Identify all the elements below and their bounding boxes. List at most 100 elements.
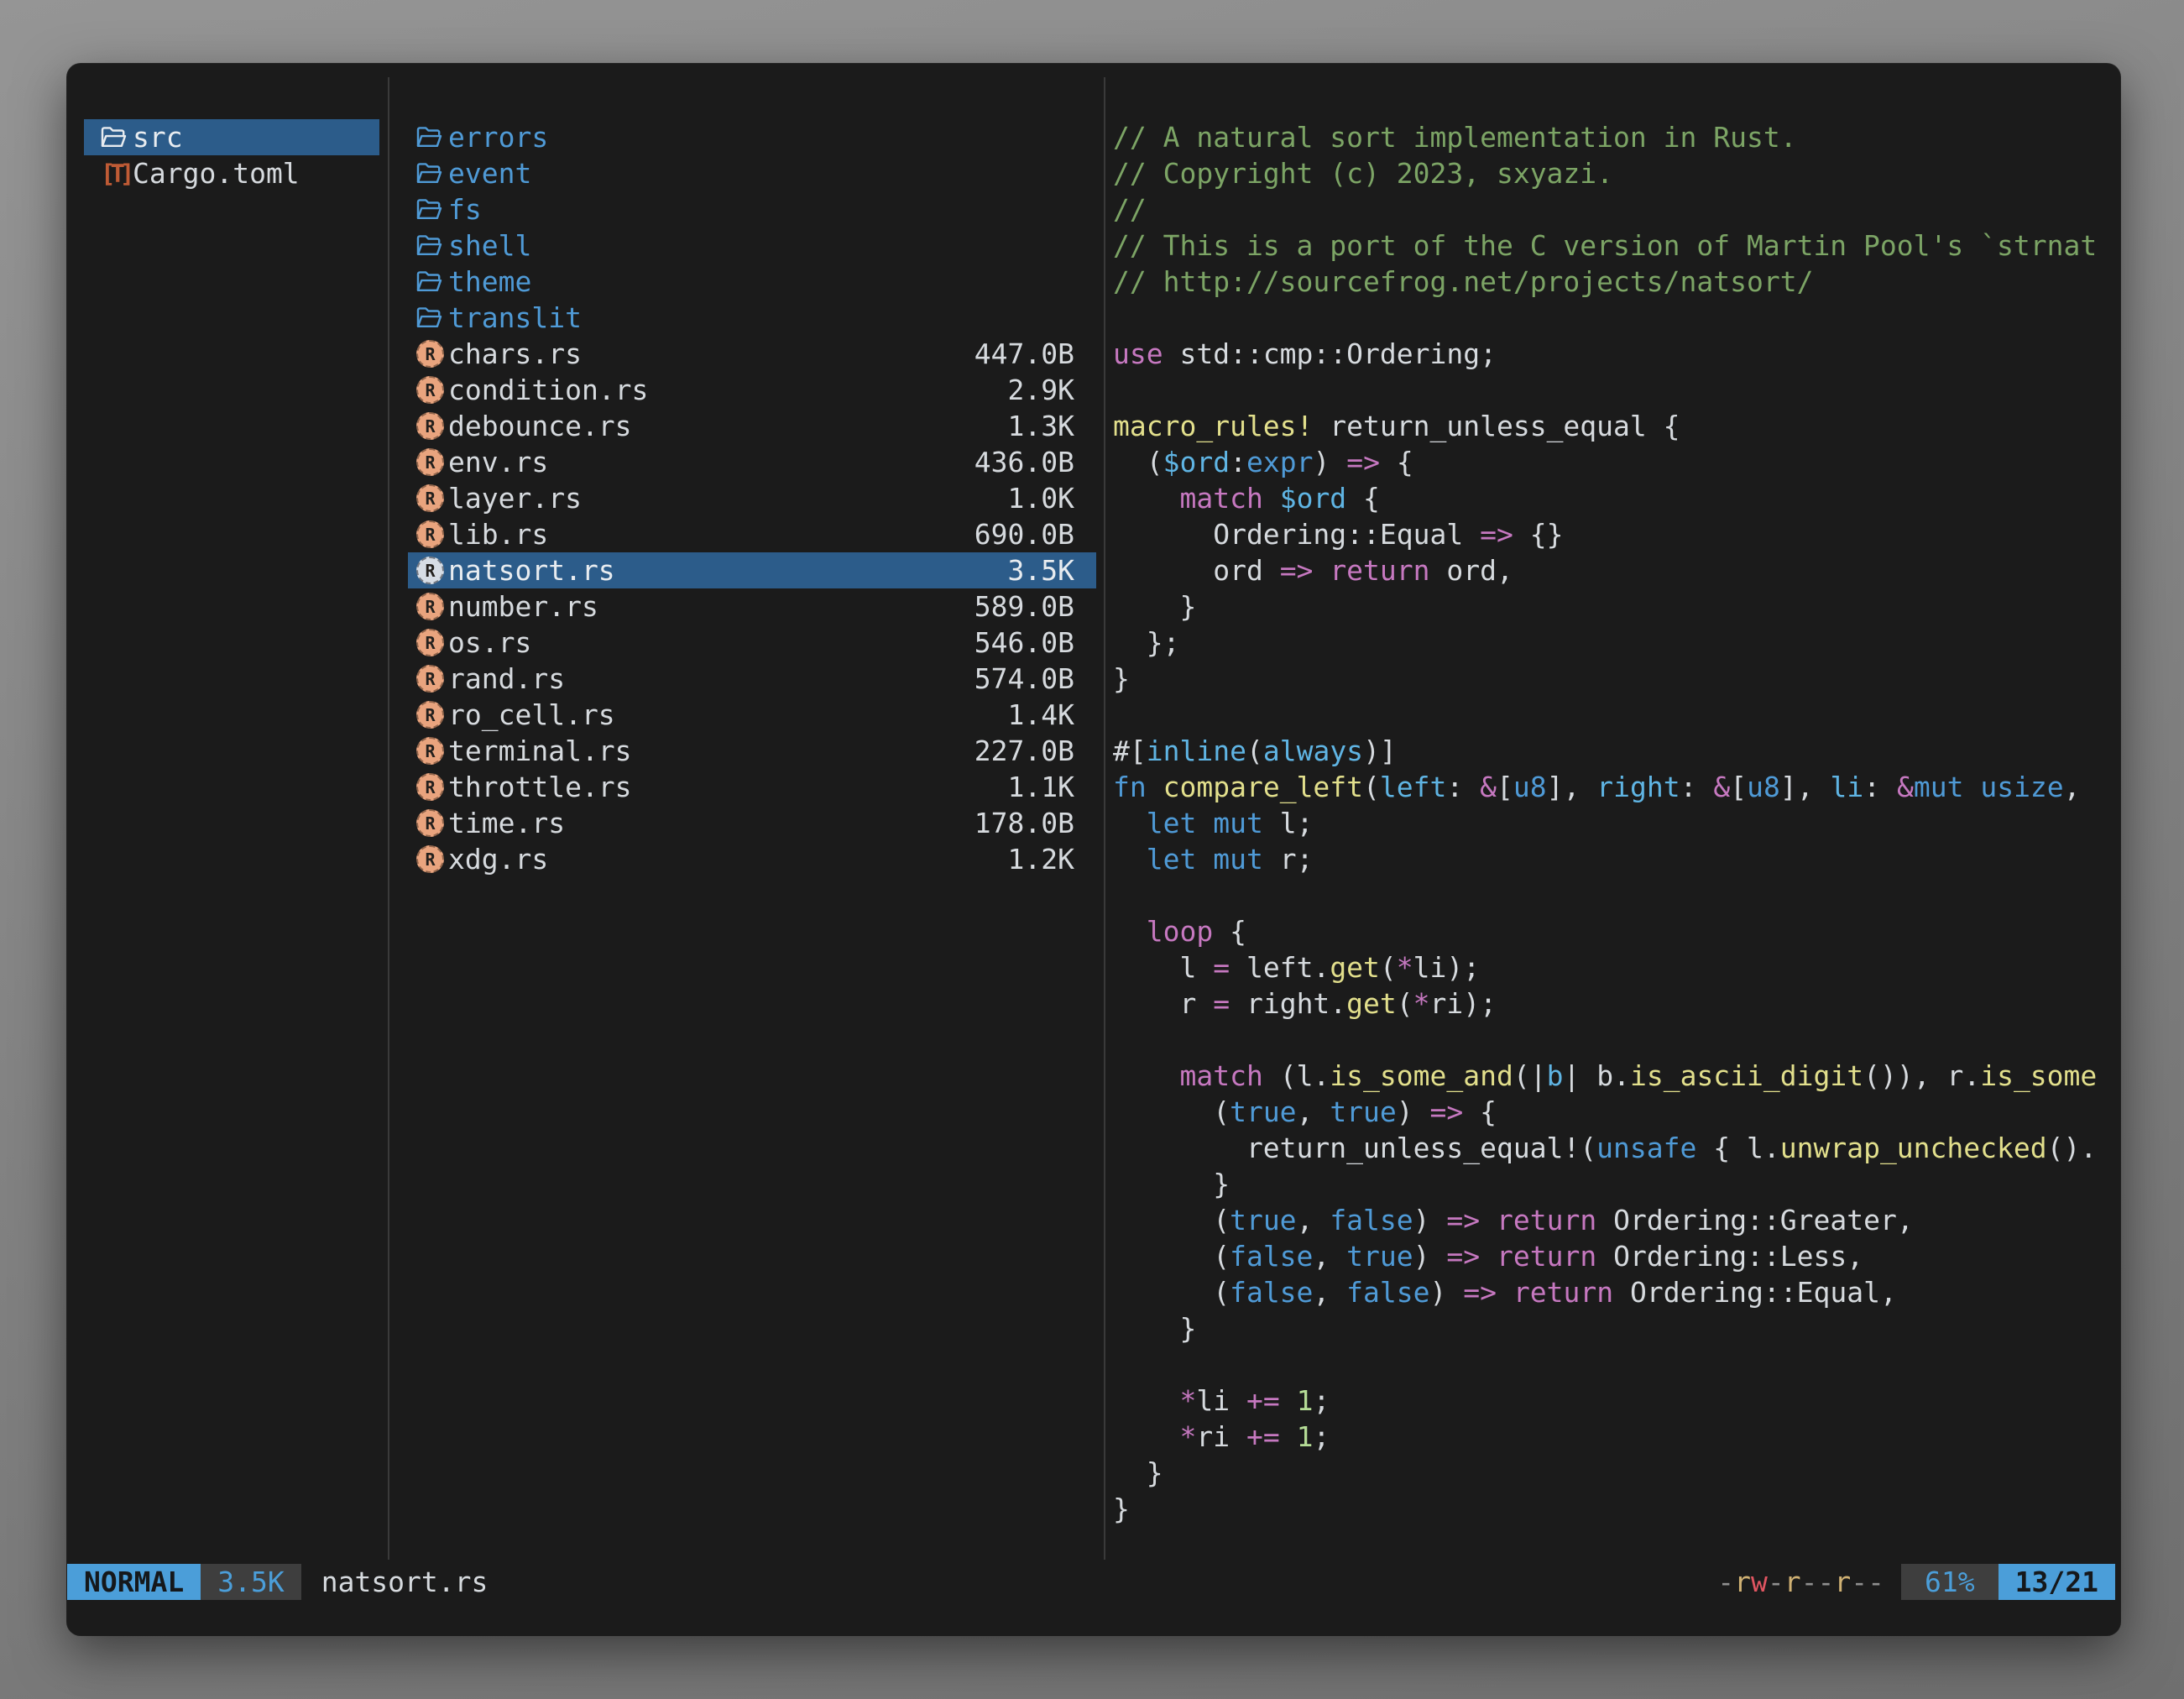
code-line: (false, false) => return Ordering::Equal… <box>1113 1274 2115 1310</box>
rust-file-icon: R <box>416 701 444 729</box>
rust-iconbox: R <box>416 588 448 625</box>
entry-size: 178.0B <box>958 807 1074 839</box>
rust-iconbox: R <box>416 661 448 697</box>
directory-row-src[interactable]: src <box>84 119 379 155</box>
code-line: (false, true) => return Ordering::Less, <box>1113 1238 2115 1274</box>
file-row-xdg.rs[interactable]: Rxdg.rs1.2K <box>408 841 1096 877</box>
entry-size: 1.4K <box>991 698 1074 731</box>
entry-name: fs <box>448 193 482 226</box>
file-row-time.rs[interactable]: Rtime.rs178.0B <box>408 805 1096 841</box>
entry-size: 574.0B <box>958 662 1074 695</box>
folder-iconbox <box>416 119 448 155</box>
rust-file-icon: R <box>416 845 444 873</box>
code-line: Ordering::Equal => {} <box>1113 516 2115 552</box>
entry-name: natsort.rs <box>448 554 615 587</box>
entry-name: event <box>448 157 531 190</box>
entry-name: throttle.rs <box>448 771 632 803</box>
pane-divider-left <box>388 77 389 1560</box>
rust-file-icon: R <box>416 376 444 404</box>
code-line <box>1113 372 2115 408</box>
entry-size: 546.0B <box>958 626 1074 659</box>
code-line <box>1113 1022 2115 1058</box>
rust-iconbox: R <box>416 516 448 552</box>
rust-iconbox: R <box>416 480 448 516</box>
rust-file-icon: R <box>416 340 444 368</box>
entry-name: ro_cell.rs <box>448 698 615 731</box>
code-line: } <box>1113 661 2115 697</box>
code-line <box>1113 1346 2115 1383</box>
code-line: r = right.get(*ri); <box>1113 985 2115 1022</box>
rust-file-icon: R <box>416 737 444 765</box>
code-line: return_unless_equal!(unsafe { l.unwrap_u… <box>1113 1130 2115 1166</box>
code-line: l = left.get(*li); <box>1113 949 2115 985</box>
status-filename: natsort.rs <box>321 1566 489 1598</box>
file-row-terminal.rs[interactable]: Rterminal.rs227.0B <box>408 733 1096 769</box>
toml-iconbox: [T] <box>101 155 133 191</box>
file-row-layer.rs[interactable]: Rlayer.rs1.0K <box>408 480 1096 516</box>
entry-name: env.rs <box>448 446 548 478</box>
folder-icon <box>416 306 442 329</box>
rust-file-icon: R <box>416 593 444 620</box>
entry-name: os.rs <box>448 626 531 659</box>
code-line: } <box>1113 1166 2115 1202</box>
entry-name: shell <box>448 229 531 262</box>
folder-iconbox <box>416 227 448 264</box>
folder-icon <box>416 126 442 149</box>
entry-name: time.rs <box>448 807 565 839</box>
entry-size: 436.0B <box>958 446 1074 478</box>
code-line: } <box>1113 1310 2115 1346</box>
file-row-lib.rs[interactable]: Rlib.rs690.0B <box>408 516 1096 552</box>
file-row-env.rs[interactable]: Renv.rs 436.0B <box>408 444 1096 480</box>
entry-name: layer.rs <box>448 482 582 515</box>
directory-row-translit[interactable]: translit <box>408 300 1096 336</box>
file-row-condition.rs[interactable]: Rcondition.rs2.9K <box>408 372 1096 408</box>
mode-badge: NORMAL <box>67 1564 201 1600</box>
code-line: *li += 1; <box>1113 1383 2115 1419</box>
entry-name: xdg.rs <box>448 843 548 876</box>
code-line: } <box>1113 1491 2115 1527</box>
directory-row-fs[interactable]: fs <box>408 191 1096 227</box>
directory-row-event[interactable]: event <box>408 155 1096 191</box>
directory-row-shell[interactable]: shell <box>408 227 1096 264</box>
folder-icon <box>416 270 442 293</box>
entry-name: lib.rs <box>448 518 548 551</box>
code-line: // http://sourcefrog.net/projects/natsor… <box>1113 264 2115 300</box>
entry-name: number.rs <box>448 590 598 623</box>
rust-iconbox: R <box>416 444 448 480</box>
yazi-window: src[T]Cargo.toml errorseventfsshelltheme… <box>67 64 2120 1635</box>
rust-file-icon: R <box>416 484 444 512</box>
code-line: (true, true) => { <box>1113 1094 2115 1130</box>
folder-iconbox <box>416 300 448 336</box>
file-row-Cargo.toml[interactable]: [T]Cargo.toml <box>84 155 379 191</box>
file-row-chars.rs[interactable]: Rchars.rs447.0B <box>408 336 1096 372</box>
file-row-ro_cell.rs[interactable]: Rro_cell.rs 1.4K <box>408 697 1096 733</box>
toml-file-icon: [T] <box>101 159 129 188</box>
file-row-natsort.rs[interactable]: Rnatsort.rs3.5K <box>408 552 1096 588</box>
folder-icon <box>416 162 442 185</box>
rust-file-icon: R <box>416 629 444 656</box>
directory-row-theme[interactable]: theme <box>408 264 1096 300</box>
rust-iconbox: R <box>416 769 448 805</box>
rust-file-icon: R <box>416 448 444 476</box>
file-row-rand.rs[interactable]: Rrand.rs574.0B <box>408 661 1096 697</box>
rust-file-icon: R <box>416 773 444 801</box>
file-row-debounce.rs[interactable]: Rdebounce.rs1.3K <box>408 408 1096 444</box>
file-row-throttle.rs[interactable]: Rthrottle.rs1.1K <box>408 769 1096 805</box>
entry-size: 447.0B <box>958 337 1074 370</box>
entry-size: 1.3K <box>991 410 1074 442</box>
code-line: (true, false) => return Ordering::Greate… <box>1113 1202 2115 1238</box>
code-line: *ri += 1; <box>1113 1419 2115 1455</box>
entry-name: Cargo.toml <box>133 157 300 190</box>
file-row-os.rs[interactable]: Ros.rs 546.0B <box>408 625 1096 661</box>
rust-file-icon: R <box>416 412 444 440</box>
entry-name: errors <box>448 121 548 154</box>
folder-iconbox <box>416 155 448 191</box>
code-line: macro_rules! return_unless_equal { <box>1113 408 2115 444</box>
file-row-number.rs[interactable]: Rnumber.rs589.0B <box>408 588 1096 625</box>
code-line: use std::cmp::Ordering; <box>1113 336 2115 372</box>
directory-row-errors[interactable]: errors <box>408 119 1096 155</box>
code-line: // This is a port of the C version of Ma… <box>1113 227 2115 264</box>
entry-name: terminal.rs <box>448 734 632 767</box>
rust-iconbox: R <box>416 552 448 588</box>
folder-iconbox <box>101 119 133 155</box>
